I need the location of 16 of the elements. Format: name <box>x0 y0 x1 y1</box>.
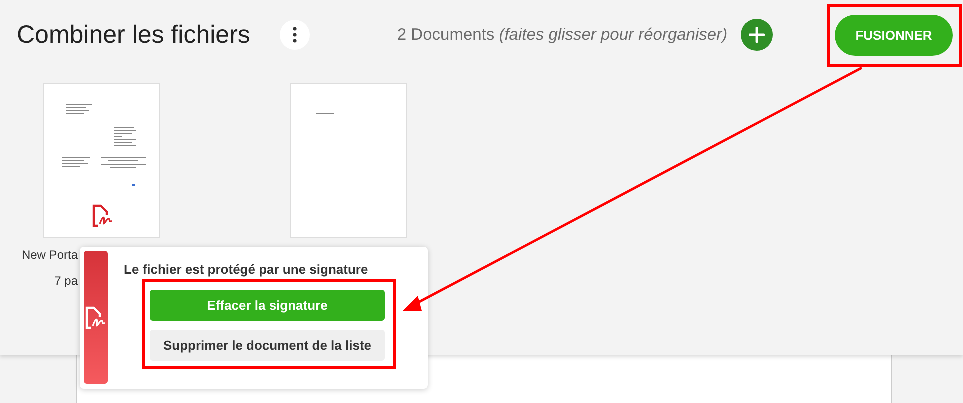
page-thumbnail[interactable] <box>43 83 160 238</box>
signed-file-icon <box>85 306 107 330</box>
plus-icon <box>748 27 765 43</box>
merge-button[interactable]: FUSIONNER <box>835 14 953 56</box>
more-options-button[interactable] <box>280 20 310 50</box>
add-file-button[interactable] <box>740 19 773 51</box>
page-count: 7 pa <box>54 274 78 288</box>
popup-message: Le fichier est protégé par une signature <box>124 262 370 279</box>
page-thumbnail[interactable] <box>290 83 407 238</box>
document-count: 2 Documents (faites glisser pour réorganiser) <box>397 26 728 44</box>
more-icon <box>293 27 298 43</box>
file-name: New Porta <box>20 248 78 262</box>
clear-signature-button[interactable]: Effacer la signature <box>150 290 385 321</box>
page-title: Combiner les fichiers <box>17 20 250 50</box>
remove-document-button[interactable]: Supprimer le document de la liste <box>150 330 385 361</box>
signed-file-icon <box>92 204 114 228</box>
